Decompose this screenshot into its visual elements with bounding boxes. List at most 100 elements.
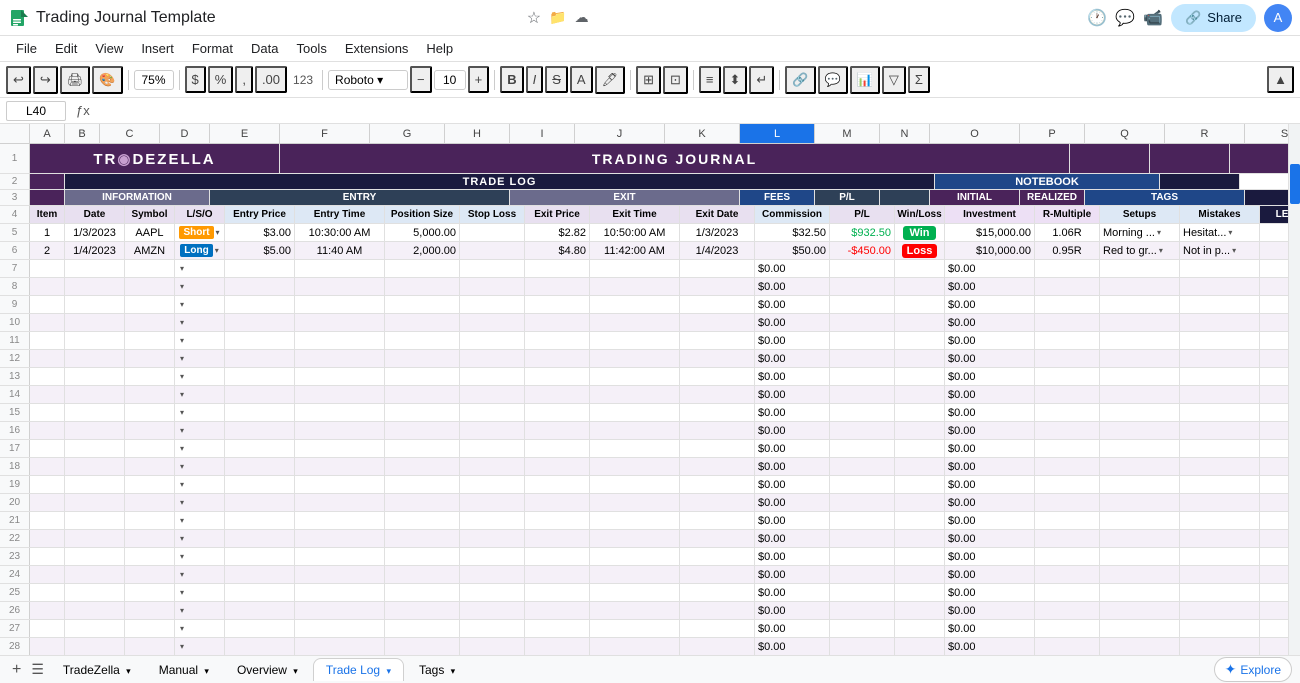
row27-col11: $0.00 [755, 620, 830, 637]
comment-icon[interactable]: 💬 [1115, 8, 1135, 28]
history-icon[interactable]: 🕐 [1087, 8, 1107, 28]
redo-button[interactable]: ↪ [33, 66, 58, 94]
trade1-entry-time: 10:30:00 AM [295, 224, 385, 241]
col-f[interactable]: F [280, 124, 370, 143]
star-icon[interactable]: ☆ [527, 8, 541, 28]
bold-button[interactable]: B [500, 66, 523, 93]
col-g[interactable]: G [370, 124, 445, 143]
borders-button[interactable]: ⊞ [636, 66, 661, 94]
menu-view[interactable]: View [87, 38, 131, 59]
trade2-setups: Red to gr... ▾ [1100, 242, 1180, 259]
menu-format[interactable]: Format [184, 38, 241, 59]
percent-button[interactable]: % [208, 66, 234, 93]
row24-col7 [460, 566, 525, 583]
menu-insert[interactable]: Insert [133, 38, 182, 59]
col-q[interactable]: Q [1085, 124, 1165, 143]
col-e[interactable]: E [210, 124, 280, 143]
col-h[interactable]: H [445, 124, 510, 143]
row9-col3: ▾ [175, 296, 225, 313]
menu-edit[interactable]: Edit [47, 38, 85, 59]
col-a[interactable]: A [30, 124, 65, 143]
add-sheet-button[interactable]: + [8, 657, 25, 683]
text-color-button[interactable]: A [570, 66, 593, 93]
filter-button[interactable]: ▽ [882, 66, 906, 94]
col-symbol: Symbol [125, 206, 175, 223]
comma-button[interactable]: , [235, 66, 253, 93]
col-d[interactable]: D [160, 124, 210, 143]
chart-button[interactable]: 📊 [850, 66, 880, 94]
currency-button[interactable]: $ [185, 66, 206, 93]
row18-col8 [525, 458, 590, 475]
col-m[interactable]: M [815, 124, 880, 143]
collapse-button[interactable]: ▲ [1267, 66, 1294, 93]
video-icon[interactable]: 📹 [1143, 8, 1163, 28]
row11-col6 [385, 332, 460, 349]
row23-col11: $0.00 [755, 548, 830, 565]
wrap-button[interactable]: ↵ [749, 66, 774, 94]
row24-col8 [525, 566, 590, 583]
menu-data[interactable]: Data [243, 38, 286, 59]
italic-button[interactable]: I [526, 66, 544, 93]
share-button[interactable]: 🔗 Share [1171, 4, 1256, 32]
zoom-selector[interactable]: 75% [134, 70, 174, 90]
row20-col10 [680, 494, 755, 511]
trade1-ls: Short ▾ [175, 224, 225, 241]
print-button[interactable]: 🖨 [60, 66, 91, 94]
paint-format-button[interactable]: 🎨 [92, 66, 122, 94]
col-s[interactable]: S [1245, 124, 1288, 143]
menu-extensions[interactable]: Extensions [337, 38, 417, 59]
row13-col14: $0.00 [945, 368, 1035, 385]
h-align-button[interactable]: ≡ [699, 66, 721, 93]
row-num-3: 3 [0, 190, 30, 205]
link-button[interactable]: 🔗 [785, 66, 815, 94]
menu-tools[interactable]: Tools [288, 38, 334, 59]
decimal-button[interactable]: .00 [255, 66, 287, 93]
col-c[interactable]: C [100, 124, 160, 143]
row14-col6 [385, 386, 460, 403]
col-b[interactable]: B [65, 124, 100, 143]
col-j[interactable]: J [575, 124, 665, 143]
menu-help[interactable]: Help [418, 38, 461, 59]
cell-ref-input[interactable] [6, 101, 66, 121]
tab-tags[interactable]: Tags ▾ [406, 658, 468, 681]
font-size-increase[interactable]: + [468, 66, 490, 93]
col-k[interactable]: K [665, 124, 740, 143]
formula-input[interactable] [100, 104, 1294, 118]
col-n[interactable]: N [880, 124, 930, 143]
font-selector[interactable]: Roboto ▾ [328, 70, 408, 90]
row21-col6 [385, 512, 460, 529]
merge-button[interactable]: ⊡ [663, 66, 688, 94]
explore-button[interactable]: ✦ Explore [1214, 657, 1292, 682]
function-button[interactable]: Σ [908, 66, 930, 93]
col-o[interactable]: O [930, 124, 1020, 143]
cloud-icon[interactable]: ☁ [575, 9, 589, 26]
col-p[interactable]: P [1020, 124, 1085, 143]
strikethrough-button[interactable]: S [545, 66, 568, 93]
font-size-input[interactable]: 10 [434, 70, 466, 90]
col-l[interactable]: L [740, 124, 815, 143]
v-align-button[interactable]: ⬍ [723, 66, 748, 94]
row26-col9 [590, 602, 680, 619]
menu-file[interactable]: File [8, 38, 45, 59]
grid-scroll[interactable]: 1 TR◉DEZELLA TRADING JOURNAL [0, 144, 1288, 655]
col-i[interactable]: I [510, 124, 575, 143]
row7-col16 [1100, 260, 1180, 277]
folder-icon[interactable]: 📁 [549, 9, 566, 26]
sheet-menu-button[interactable]: ☰ [27, 657, 48, 682]
row8-col14: $0.00 [945, 278, 1035, 295]
col-r[interactable]: R [1165, 124, 1245, 143]
font-size-decrease[interactable]: − [410, 66, 432, 93]
row18-col10 [680, 458, 755, 475]
tab-tradezella[interactable]: TradeZella ▾ [50, 658, 144, 681]
tab-trade-log[interactable]: Trade Log ▾ [313, 658, 404, 681]
row17-col4 [225, 440, 295, 457]
row17-col6 [385, 440, 460, 457]
tab-manual[interactable]: Manual ▾ [146, 658, 222, 681]
undo-button[interactable]: ↩ [6, 66, 31, 94]
comment-button[interactable]: 💬 [818, 66, 848, 94]
tab-overview[interactable]: Overview ▾ [224, 658, 311, 681]
row16-col10 [680, 422, 755, 439]
row9-col8 [525, 296, 590, 313]
right-scroll-indicator[interactable] [1290, 164, 1300, 204]
highlight-color-button[interactable]: 🖊 [595, 66, 626, 94]
